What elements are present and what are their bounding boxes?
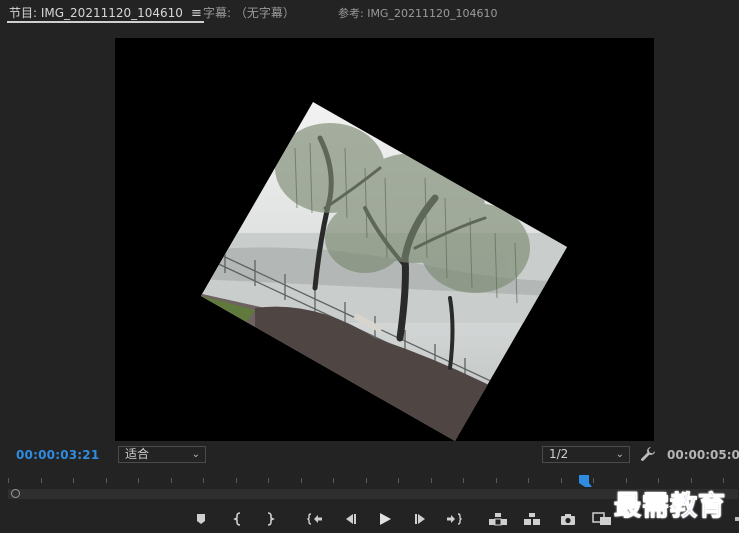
- ruler-tick: [593, 478, 594, 483]
- step-back-icon[interactable]: [341, 510, 359, 528]
- current-timecode[interactable]: 00:00:03:21: [16, 448, 99, 462]
- go-to-in-icon[interactable]: [306, 510, 324, 528]
- tab-program[interactable]: 节目: IMG_20211120_104610 ≡: [7, 4, 204, 23]
- lift-icon[interactable]: [488, 510, 508, 528]
- watermark-logo: 最需教育: [614, 491, 726, 523]
- panel-tab-bar: 节目: IMG_20211120_104610 ≡ 字幕: （无字幕） 参考: I…: [0, 0, 739, 26]
- comparison-view-icon[interactable]: [592, 510, 612, 528]
- mark-out-icon[interactable]: [261, 510, 279, 528]
- ruler-tick: [40, 478, 42, 483]
- ruler-tick: [268, 478, 269, 483]
- camera-icon[interactable]: [559, 510, 577, 528]
- ruler-tick: [73, 478, 74, 483]
- ruler-tick: [398, 478, 399, 483]
- ruler-tick: [658, 478, 659, 483]
- go-to-out-icon[interactable]: [445, 510, 463, 528]
- ruler-tick: [365, 478, 367, 483]
- ruler-tick: [138, 478, 139, 483]
- zoom-level-value: 适合: [125, 447, 150, 461]
- mark-in-icon[interactable]: [229, 510, 247, 528]
- ruler-tick: [203, 478, 204, 483]
- playback-resolution-select[interactable]: 1/2 ⌄: [542, 446, 630, 463]
- hamburger-icon[interactable]: ≡: [191, 6, 202, 21]
- ruler-tick: [625, 478, 627, 483]
- playhead[interactable]: [578, 474, 592, 488]
- wrench-icon[interactable]: [640, 446, 656, 462]
- add-marker-icon[interactable]: [192, 510, 210, 528]
- ruler-tick: [430, 478, 432, 483]
- track-start-handle[interactable]: [11, 489, 20, 498]
- ruler-tick: [333, 478, 334, 483]
- ruler-tick: [170, 478, 172, 483]
- playback-resolution-value: 1/2: [549, 447, 569, 461]
- active-tab-underline: [7, 21, 204, 23]
- program-monitor-viewer[interactable]: [115, 38, 654, 441]
- tab-captions[interactable]: 字幕: （无字幕）: [203, 4, 295, 21]
- tab-program-label: 节目: IMG_20211120_104610: [9, 6, 183, 20]
- duration-timecode: 00:00:05:00: [667, 448, 739, 462]
- ruler-tick: [528, 478, 529, 483]
- zoom-level-select[interactable]: 适合 ⌄: [118, 446, 206, 463]
- rotated-video-frame: [201, 102, 567, 441]
- ruler-tick: [560, 478, 562, 483]
- extract-icon[interactable]: [522, 510, 542, 528]
- step-forward-icon[interactable]: [412, 510, 430, 528]
- ruler-tick: [105, 478, 107, 483]
- chevron-down-icon: ⌄: [615, 449, 624, 460]
- chevron-down-icon: ⌄: [191, 449, 200, 460]
- ruler-tick: [690, 478, 692, 483]
- ruler-tick: [463, 478, 464, 483]
- play-icon[interactable]: [376, 510, 394, 528]
- ruler-tick: [235, 478, 237, 483]
- ruler-tick: [495, 478, 497, 483]
- tab-reference[interactable]: 参考: IMG_20211120_104610: [338, 5, 497, 21]
- panel-resize-corner[interactable]: [735, 517, 739, 521]
- ruler-tick: [723, 478, 724, 483]
- ruler-tick: [8, 478, 9, 483]
- ruler-tick: [300, 478, 302, 483]
